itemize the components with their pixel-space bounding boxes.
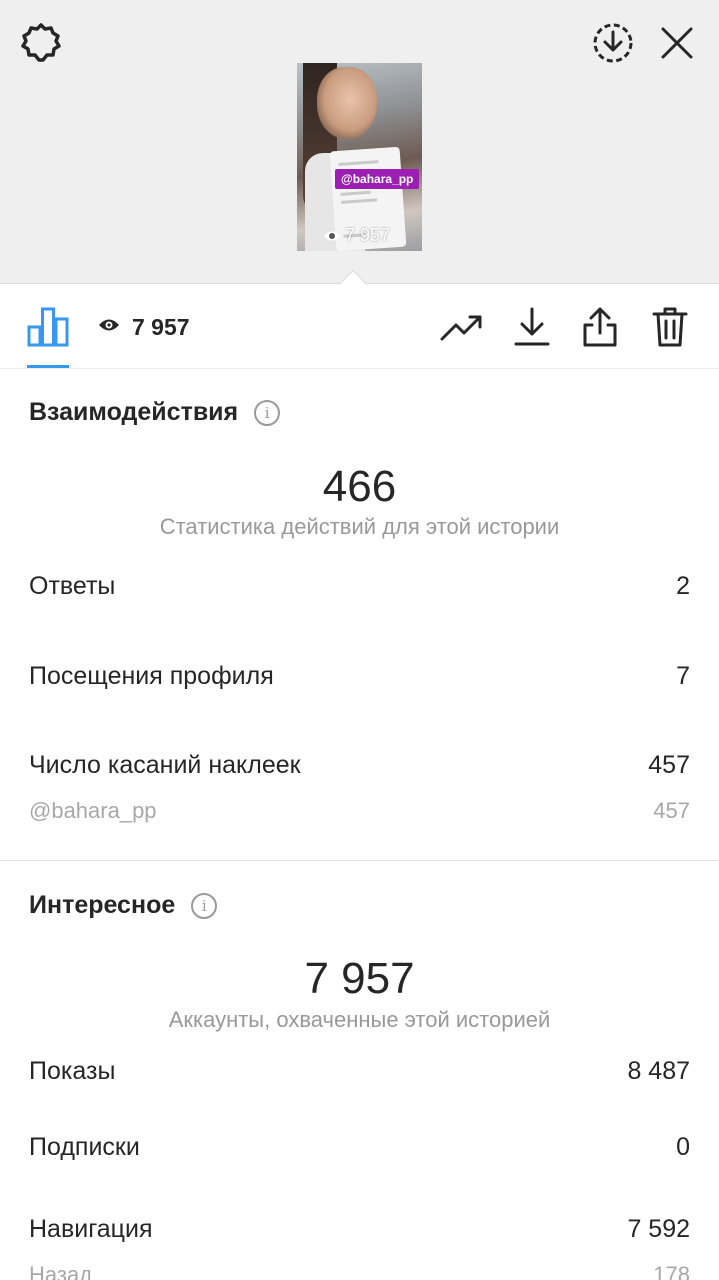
info-icon[interactable]: i [191, 892, 218, 919]
delete-icon [652, 307, 688, 347]
row-label: Назад [29, 1262, 93, 1280]
interactions-row-profile-visits: Посещения профиля 7 [29, 662, 690, 691]
share-button[interactable] [578, 305, 622, 349]
save-icon [514, 307, 550, 346]
row-label: Подписки [29, 1133, 140, 1161]
settings-button[interactable] [18, 20, 64, 66]
delete-button[interactable] [648, 305, 692, 349]
row-value: 7 592 [627, 1215, 690, 1243]
story-preview-area: @bahara_pp 7 957 [0, 0, 719, 284]
discovery-row-navigation: Навигация 7 592 [29, 1215, 690, 1244]
thumbnail-views-count: 7 957 [345, 225, 391, 245]
active-tab-indicator [27, 365, 69, 368]
eye-icon [99, 319, 119, 331]
bar-chart-icon [27, 307, 69, 347]
row-label: Число касаний наклеек [29, 751, 301, 779]
insights-tab[interactable] [27, 305, 69, 347]
row-label: Посещения профиля [29, 662, 274, 690]
row-value: 457 [653, 798, 690, 823]
row-value: 178 [653, 1262, 690, 1280]
insights-toolbar: 7 957 [0, 285, 719, 369]
interactions-row-sticker-taps: Число касаний наклеек 457 [29, 751, 690, 780]
story-thumbnail[interactable]: @bahara_pp 7 957 [297, 63, 422, 251]
row-value: 7 [676, 662, 690, 690]
section-divider [0, 860, 719, 861]
discovery-section-title: Интересное i [29, 891, 218, 920]
download-story-button[interactable] [590, 20, 636, 66]
discovery-caption: Аккаунты, охваченные этой историей [168, 1007, 551, 1032]
download-circle-icon [593, 23, 633, 63]
row-label: @bahara_pp [29, 798, 157, 823]
promote-icon [440, 315, 482, 341]
discovery-row-follows: Подписки 0 [29, 1133, 690, 1162]
promote-button[interactable] [440, 305, 484, 349]
views-count[interactable]: 7 957 [132, 314, 190, 341]
row-value: 0 [676, 1133, 690, 1161]
interactions-total: 466 [322, 462, 397, 511]
interactions-caption: Статистика действий для этой истории [159, 514, 560, 539]
row-label: Ответы [29, 572, 116, 600]
save-button[interactable] [510, 305, 554, 349]
close-button[interactable] [656, 20, 698, 66]
sticker-mention-row[interactable]: @bahara_pp 457 [29, 798, 690, 824]
interactions-row-replies: Ответы 2 [29, 572, 690, 601]
row-value: 8 487 [627, 1057, 690, 1085]
row-label: Навигация [29, 1215, 153, 1243]
info-icon[interactable]: i [254, 399, 281, 426]
interactions-section-title: Взаимодействия i [29, 398, 281, 427]
discovery-row-back: Назад 178 [29, 1262, 690, 1280]
discovery-row-impressions: Показы 8 487 [29, 1057, 690, 1086]
discovery-title: Интересное [29, 891, 176, 919]
row-value: 457 [648, 751, 690, 779]
mention-sticker: @bahara_pp [335, 169, 420, 189]
row-value: 2 [676, 572, 690, 600]
share-icon [583, 307, 617, 347]
discovery-total: 7 957 [304, 954, 415, 1003]
thumbnail-views: 7 957 [323, 225, 390, 246]
gear-icon [21, 23, 61, 62]
row-label: Показы [29, 1057, 116, 1085]
interactions-title: Взаимодействия [29, 398, 239, 426]
close-icon [661, 27, 693, 59]
eye-icon [324, 231, 340, 240]
